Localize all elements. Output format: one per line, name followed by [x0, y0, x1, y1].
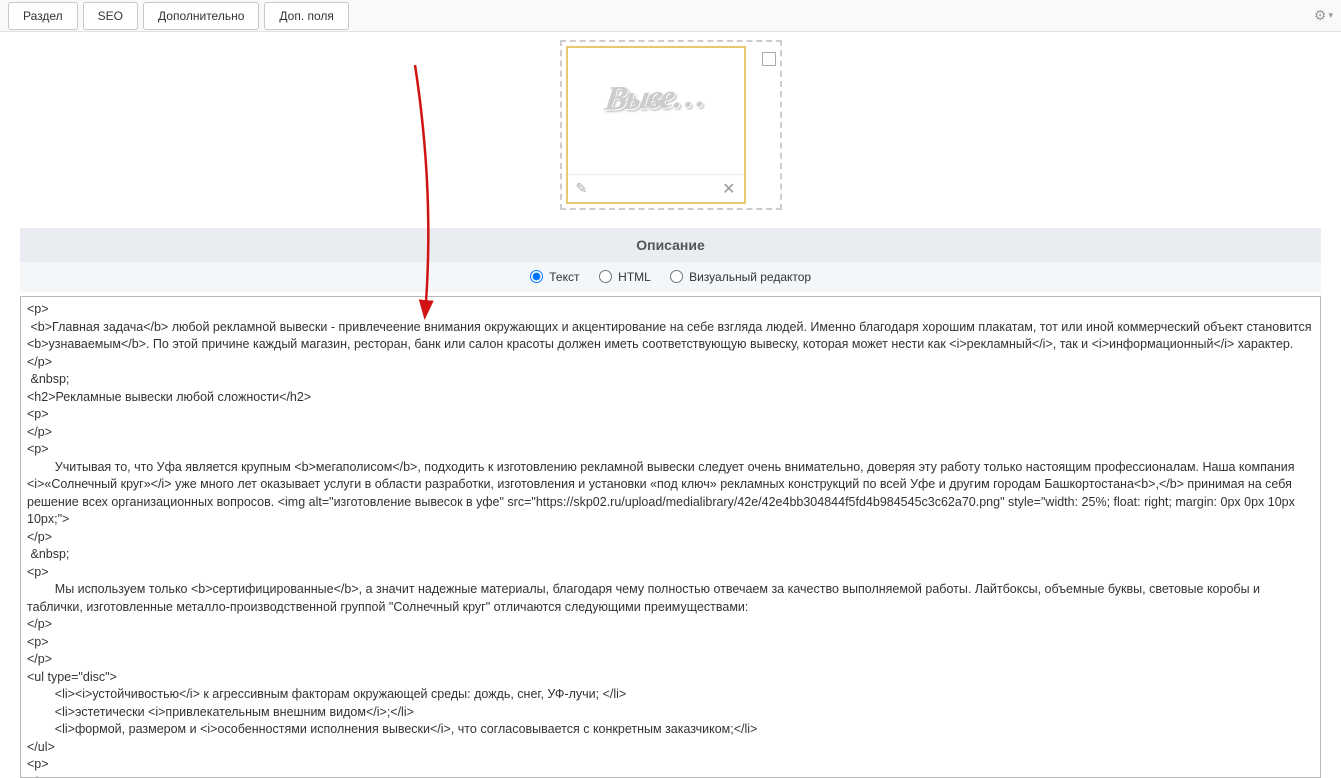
radio-visual-input[interactable] — [670, 270, 683, 283]
image-upload-area: Выве… ✎ ✕ — [20, 40, 1321, 210]
editor-mode-radio-row: Текст HTML Визуальный редактор — [20, 262, 1321, 292]
remove-image-icon[interactable]: ✕ — [722, 179, 735, 199]
image-preview: Выве… — [568, 48, 744, 148]
tab-fields[interactable]: Доп. поля — [264, 2, 349, 30]
radio-text-input[interactable] — [530, 270, 543, 283]
radio-text-label: Текст — [549, 270, 579, 284]
radio-html-label: HTML — [618, 270, 650, 284]
radio-html-input[interactable] — [599, 270, 612, 283]
image-card[interactable]: Выве… ✎ ✕ — [566, 46, 746, 204]
settings-gear[interactable]: ⚙ ▾ — [1314, 7, 1333, 24]
gear-icon: ⚙ — [1314, 7, 1327, 24]
tab-section[interactable]: Раздел — [8, 2, 78, 30]
radio-text[interactable]: Текст — [530, 270, 583, 284]
description-textarea[interactable] — [20, 296, 1321, 778]
image-placeholder-text: Выве… — [603, 77, 708, 118]
image-checkbox[interactable] — [762, 52, 776, 66]
description-section-title: Описание — [20, 228, 1321, 262]
radio-html[interactable]: HTML — [599, 270, 654, 284]
tab-extra[interactable]: Дополнительно — [143, 2, 259, 30]
tab-seo[interactable]: SEO — [83, 2, 138, 30]
chevron-down-icon: ▾ — [1328, 10, 1333, 21]
tabs-row: Раздел SEO Дополнительно Доп. поля ⚙ ▾ — [0, 0, 1341, 32]
radio-visual[interactable]: Визуальный редактор — [670, 270, 811, 284]
edit-image-icon[interactable]: ✎ — [576, 180, 588, 197]
radio-visual-label: Визуальный редактор — [689, 270, 811, 284]
